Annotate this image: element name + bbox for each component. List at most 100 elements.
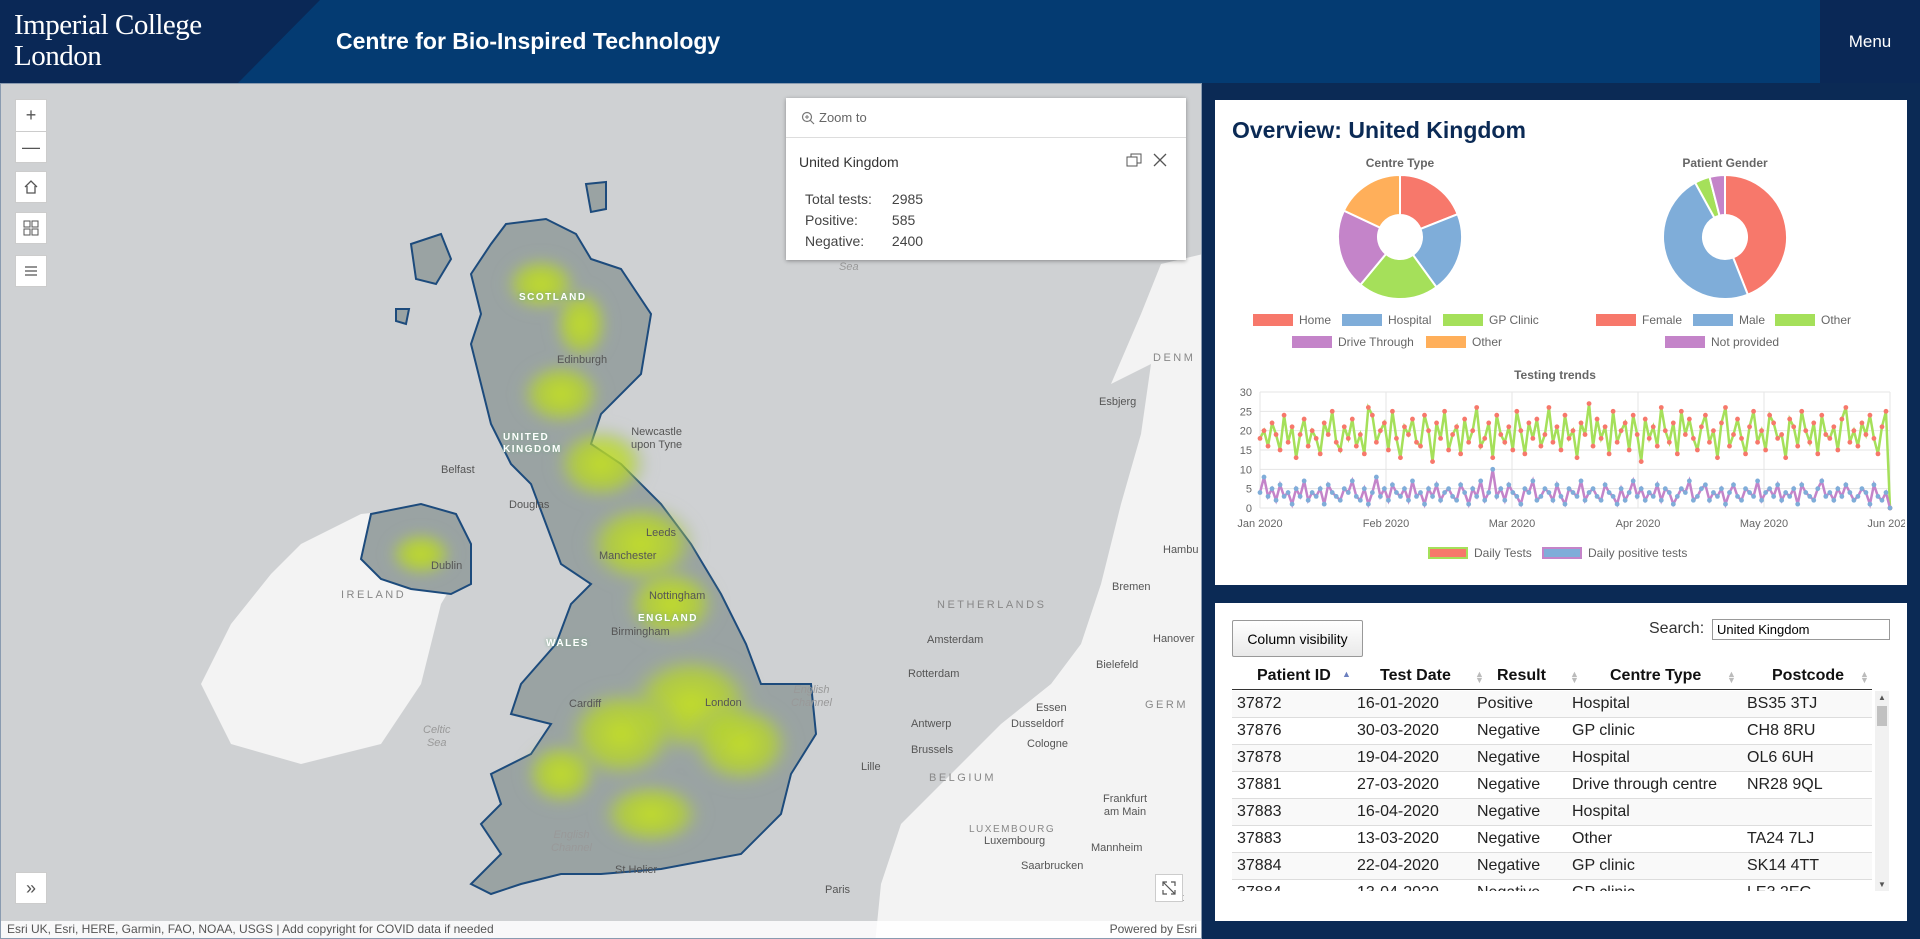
series-point-1[interactable] [1285, 490, 1291, 495]
series-point-0[interactable] [1534, 416, 1540, 422]
series-point-1[interactable] [1498, 486, 1504, 492]
series-point-1[interactable] [1626, 490, 1632, 495]
series-point-0[interactable] [1630, 412, 1636, 418]
series-point-1[interactable] [1835, 486, 1841, 492]
table-row[interactable]: 37881 27-03-2020 Negative Drive through cen… [1232, 772, 1872, 799]
series-point-1[interactable] [1590, 486, 1596, 492]
series-point-1[interactable] [1650, 494, 1656, 499]
series-point-0[interactable] [1863, 432, 1869, 437]
series-point-1[interactable] [1490, 466, 1496, 472]
series-point-0[interactable] [1562, 412, 1568, 418]
layer-list-button[interactable] [15, 255, 47, 287]
series-point-0[interactable] [1301, 416, 1307, 422]
series-point-1[interactable] [1377, 494, 1383, 499]
series-point-0[interactable] [1586, 401, 1592, 406]
series-point-1[interactable] [1690, 497, 1696, 503]
popup-close-button[interactable] [1153, 151, 1171, 169]
legend-daily-positive[interactable]: Daily positive tests [1542, 546, 1687, 560]
series-point-0[interactable] [1406, 432, 1411, 437]
series-point-1[interactable] [1341, 486, 1347, 492]
series-point-0[interactable] [1305, 443, 1311, 449]
series-point-1[interactable] [1478, 478, 1484, 484]
series-point-1[interactable] [1566, 486, 1572, 492]
series-point-1[interactable] [1462, 490, 1468, 495]
series-point-1[interactable] [1261, 474, 1267, 480]
series-point-1[interactable] [1402, 486, 1407, 492]
series-point-1[interactable] [1727, 490, 1732, 495]
series-point-0[interactable] [1707, 439, 1712, 445]
series-point-1[interactable] [1779, 497, 1785, 503]
series-point-0[interactable] [1526, 420, 1532, 426]
series-point-1[interactable] [1799, 482, 1805, 488]
series-point-0[interactable] [1430, 459, 1435, 464]
series-point-1[interactable] [1731, 482, 1736, 488]
series-point-1[interactable] [1707, 497, 1712, 503]
series-point-0[interactable] [1293, 455, 1299, 461]
series-point-1[interactable] [1711, 490, 1716, 495]
series-point-0[interactable] [1426, 428, 1431, 434]
series-point-1[interactable] [1606, 490, 1612, 495]
series-point-0[interactable] [1602, 424, 1608, 430]
series-point-0[interactable] [1446, 447, 1451, 453]
series-point-1[interactable] [1434, 482, 1439, 488]
series-point-0[interactable] [1711, 428, 1716, 434]
series-point-0[interactable] [1530, 436, 1536, 441]
series-point-1[interactable] [1257, 490, 1263, 495]
series-point-0[interactable] [1883, 408, 1889, 414]
series-point-1[interactable] [1534, 497, 1540, 503]
series-point-0[interactable] [1743, 451, 1748, 457]
series-point-1[interactable] [1406, 497, 1411, 503]
series-point-0[interactable] [1474, 405, 1480, 410]
series-point-1[interactable] [1666, 490, 1672, 495]
series-point-0[interactable] [1285, 439, 1291, 445]
series-point-0[interactable] [1686, 416, 1692, 422]
series-point-0[interactable] [1747, 424, 1752, 430]
series-point-0[interactable] [1682, 432, 1688, 437]
series-point-1[interactable] [1827, 490, 1833, 495]
series-point-1[interactable] [1823, 494, 1829, 499]
series-point-0[interactable] [1277, 447, 1283, 453]
series-point-0[interactable] [1337, 447, 1343, 453]
series-point-1[interactable] [1410, 478, 1415, 484]
series-point-1[interactable] [1646, 490, 1652, 495]
series-point-1[interactable] [1642, 497, 1648, 503]
series-point-0[interactable] [1614, 439, 1620, 445]
series-point-1[interactable] [1313, 494, 1319, 499]
series-point-0[interactable] [1859, 420, 1865, 426]
series-point-1[interactable] [1582, 497, 1588, 503]
series-point-1[interactable] [1454, 497, 1460, 503]
series-point-1[interactable] [1602, 482, 1608, 488]
column-centre-type[interactable]: Centre Type [1610, 667, 1701, 685]
series-point-1[interactable] [1269, 486, 1275, 492]
series-point-1[interactable] [1353, 494, 1359, 499]
series-point-1[interactable] [1791, 486, 1797, 492]
series-point-0[interactable] [1855, 443, 1861, 449]
series-point-1[interactable] [1422, 501, 1427, 507]
series-point-1[interactable] [1317, 486, 1323, 492]
series-point-1[interactable] [1414, 494, 1419, 499]
series-point-1[interactable] [1686, 478, 1692, 484]
series-point-0[interactable] [1618, 428, 1624, 434]
series-point-0[interactable] [1502, 439, 1508, 445]
series-point-1[interactable] [1843, 482, 1849, 488]
zoom-out-button[interactable]: — [15, 131, 47, 163]
series-point-1[interactable] [1787, 494, 1793, 499]
series-point-0[interactable] [1398, 455, 1403, 461]
series-point-1[interactable] [1658, 497, 1664, 503]
series-point-0[interactable] [1542, 432, 1548, 437]
expand-button[interactable]: » [15, 872, 47, 904]
series-point-0[interactable] [1470, 428, 1476, 434]
series-point-1[interactable] [1281, 494, 1287, 499]
series-point-1[interactable] [1470, 486, 1476, 492]
series-point-0[interactable] [1787, 416, 1793, 422]
series-point-1[interactable] [1466, 501, 1472, 507]
series-point-1[interactable] [1662, 486, 1668, 492]
series-point-0[interactable] [1819, 412, 1825, 418]
series-point-0[interactable] [1606, 451, 1612, 457]
series-point-0[interactable] [1867, 412, 1873, 418]
series-point-0[interactable] [1422, 412, 1427, 418]
legend-hospital[interactable]: Hospital [1342, 313, 1431, 327]
series-point-0[interactable] [1546, 405, 1552, 410]
series-point-1[interactable] [1562, 501, 1568, 507]
series-point-0[interactable] [1751, 408, 1756, 414]
